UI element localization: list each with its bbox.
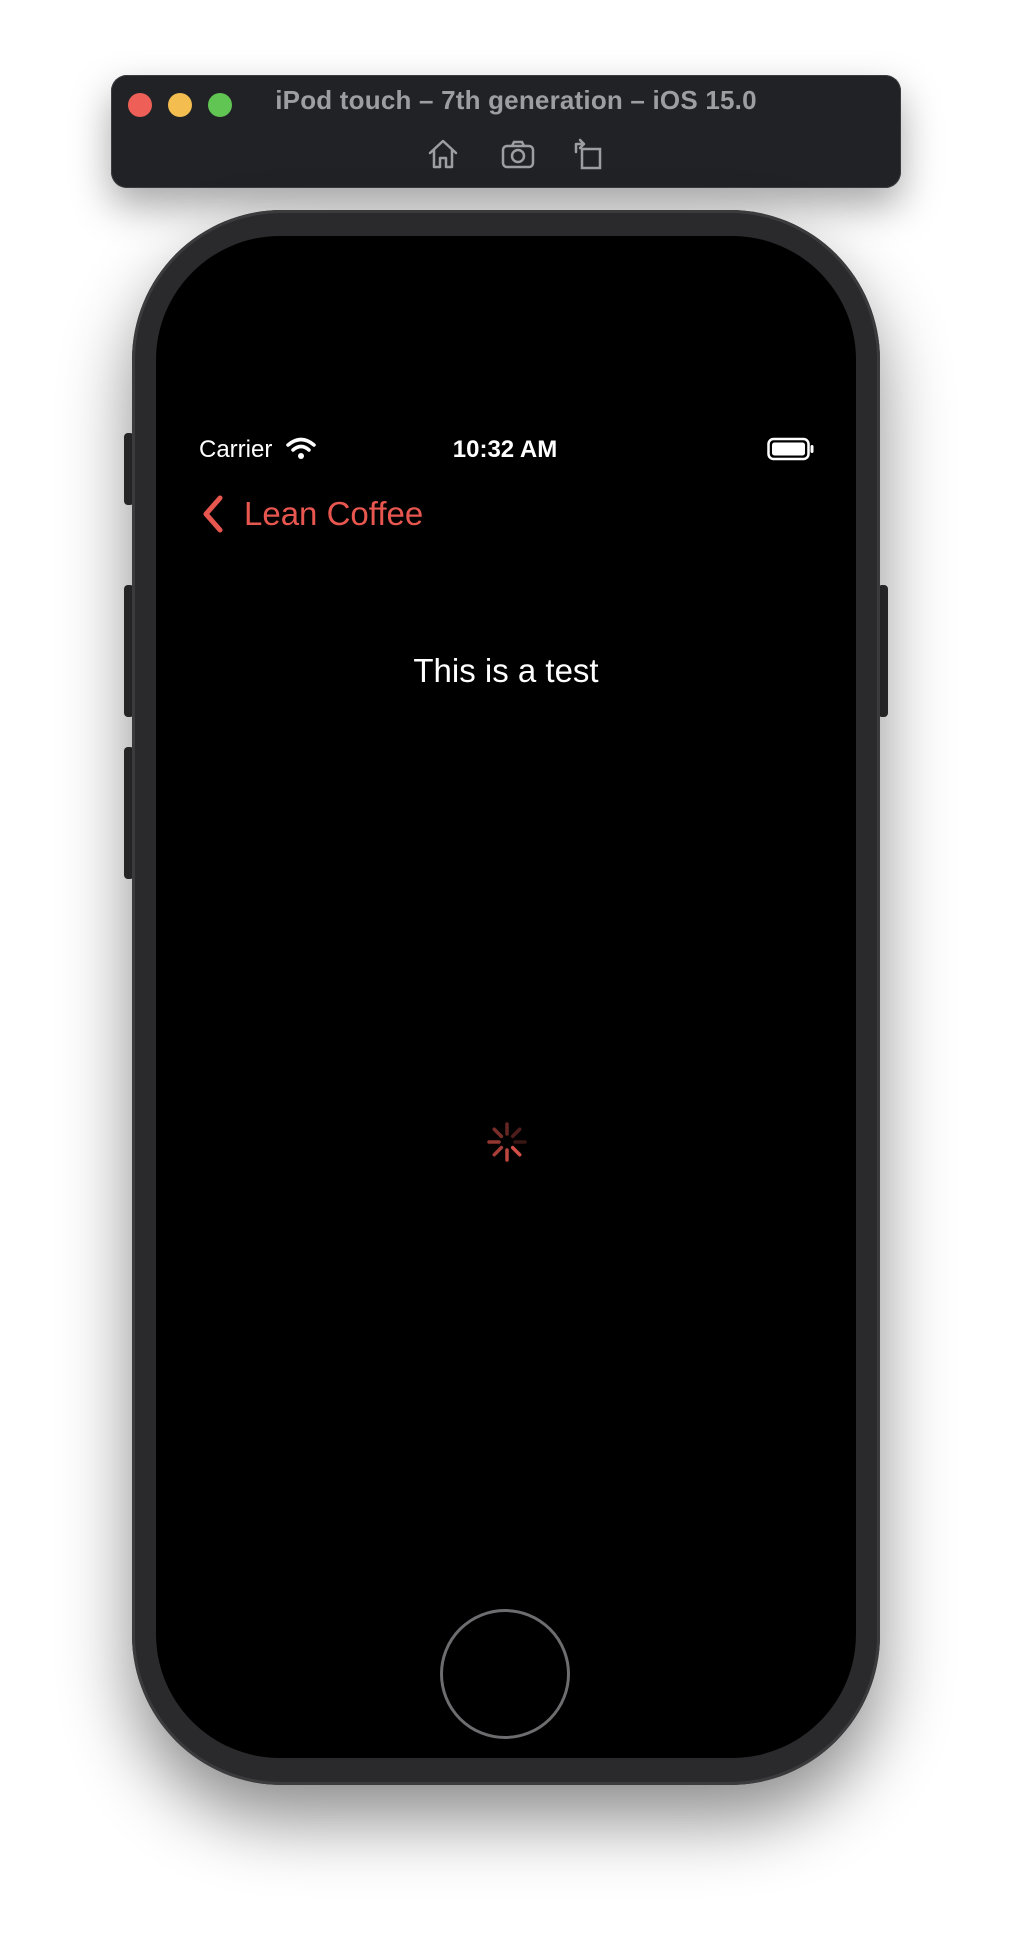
back-button-label: Lean Coffee	[244, 495, 424, 532]
camera-icon[interactable]	[500, 136, 536, 172]
wifi-icon	[286, 436, 316, 460]
simulator-title: iPod touch – 7th generation – iOS 15.0	[275, 85, 757, 115]
rotate-icon[interactable]	[570, 136, 606, 172]
spinner-spoke	[510, 1145, 522, 1157]
spinner-spoke	[492, 1127, 504, 1139]
device-screen	[156, 236, 856, 1758]
home-icon[interactable]	[425, 136, 461, 172]
back-button[interactable]: Lean Coffee	[200, 492, 423, 536]
status-time: 10:32 AM	[452, 436, 558, 463]
spinner-spoke	[492, 1145, 504, 1157]
spinner-spoke	[510, 1127, 522, 1139]
content-text: This is a test	[413, 652, 599, 689]
chevron-left-icon	[203, 495, 223, 533]
activity-indicator	[486, 1121, 528, 1163]
carrier-label: Carrier	[199, 436, 273, 463]
battery-icon	[767, 437, 815, 461]
home-button[interactable]	[440, 1609, 570, 1739]
